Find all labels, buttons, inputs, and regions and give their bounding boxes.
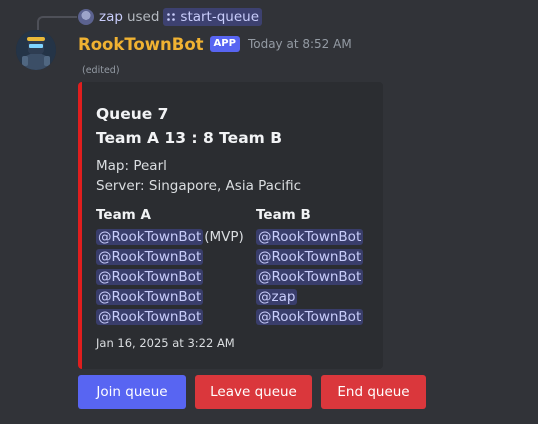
end-queue-button[interactable]: End queue (321, 375, 426, 409)
embed-footer-timestamp: Jan 16, 2025 at 3:22 AM (96, 336, 235, 350)
edited-label: (edited) (82, 65, 120, 76)
reply-spine (37, 16, 77, 30)
team-a-name: Team A (96, 207, 151, 223)
user-avatar-small[interactable] (78, 9, 94, 25)
player-mention[interactable]: @RookTownBot (256, 269, 364, 285)
player-mention[interactable]: @RookTownBot (96, 229, 204, 245)
team-b-player: @RookTownBot (256, 227, 364, 247)
team-a-player: @RookTownBot (96, 307, 244, 327)
action-row: Join queue Leave queue End queue (78, 375, 435, 409)
team-a-player: @RookTownBot (96, 287, 244, 307)
app-badge: APP (209, 36, 240, 52)
command-chip[interactable]: start-queue (163, 8, 263, 26)
team-b-name: Team B (256, 207, 311, 223)
queue-title: Queue 7 (96, 105, 169, 123)
team-b-player: @RookTownBot (256, 247, 364, 267)
embed-description: Map: Pearl Server: Singapore, Asia Pacif… (96, 156, 301, 196)
team-b-field: Team B @RookTownBot @RookTownBot @RookTo… (256, 206, 364, 327)
player-mention[interactable]: @RookTownBot (96, 269, 204, 285)
mvp-label: (MVP) (204, 229, 244, 245)
server-info: Server: Singapore, Asia Pacific (96, 178, 302, 194)
author-name[interactable]: RookTownBot (78, 35, 204, 54)
message-header: RookTownBot APP Today at 8:52 AM (78, 33, 352, 55)
map-info: Map: Pearl (96, 158, 167, 174)
slash-command-icon (167, 13, 176, 21)
player-mention[interactable]: @RookTownBot (96, 249, 204, 265)
message-timestamp[interactable]: Today at 8:52 AM (248, 37, 352, 51)
queue-embed: Queue 7 Team A 13 : 8 Team B Map: Pearl … (78, 82, 383, 369)
bot-avatar-icon (16, 30, 56, 70)
command-name: start-queue (180, 9, 260, 25)
player-mention[interactable]: @RookTownBot (256, 249, 364, 265)
player-mention[interactable]: @RookTownBot (96, 289, 204, 305)
embed-title: Queue 7 Team A 13 : 8 Team B (96, 102, 282, 150)
interaction-user[interactable]: zap (99, 9, 123, 25)
chat-message: zap used start-queue RookTownBot APP Tod… (0, 0, 538, 424)
leave-queue-button[interactable]: Leave queue (195, 375, 312, 409)
player-mention[interactable]: @RookTownBot (256, 229, 364, 245)
team-a-player: @RookTownBot (96, 267, 244, 287)
team-b-player: @RookTownBot (256, 267, 364, 287)
bot-avatar[interactable] (16, 30, 56, 70)
team-a-player: @RookTownBot (96, 247, 244, 267)
player-mention[interactable]: @zap (256, 289, 298, 305)
score-title: Team A 13 : 8 Team B (96, 129, 283, 147)
team-a-player: @RookTownBot (MVP) (96, 227, 244, 247)
team-b-player: @RookTownBot (256, 307, 364, 327)
player-mention[interactable]: @RookTownBot (96, 309, 204, 325)
command-interaction[interactable]: zap used start-queue (78, 8, 263, 26)
interaction-used-label: used (126, 9, 160, 25)
team-b-player: @zap (256, 287, 363, 307)
player-mention[interactable]: @RookTownBot (256, 309, 364, 325)
join-queue-button[interactable]: Join queue (78, 375, 186, 409)
team-a-field: Team A @RookTownBot (MVP) @RookTownBot @R… (96, 206, 244, 327)
